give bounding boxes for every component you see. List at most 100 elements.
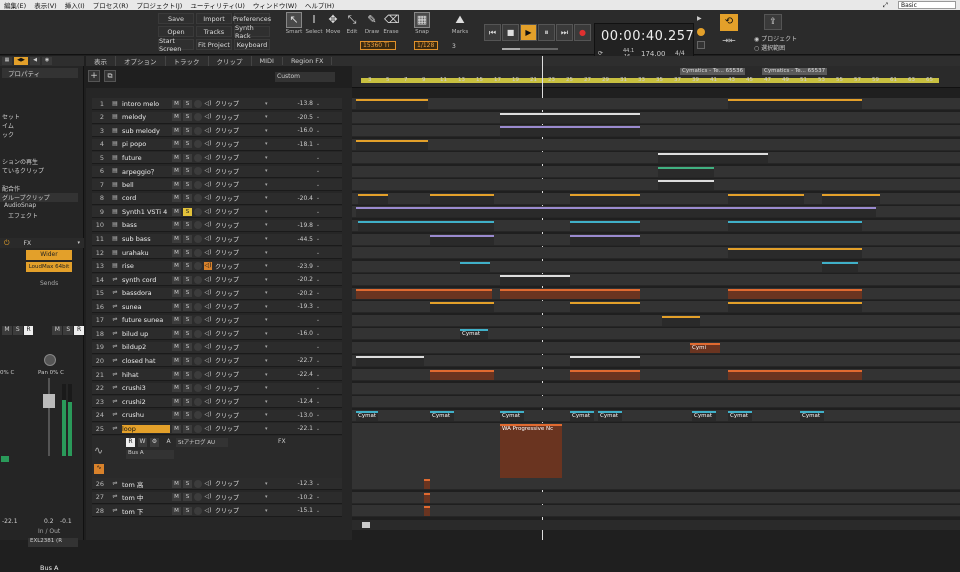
input-echo-icon[interactable]: ◁) [204,194,212,202]
track-name[interactable]: closed hat [122,357,170,365]
input-echo-icon[interactable]: ◁) [204,127,212,135]
punch-button[interactable]: ⇥⇤ [720,36,738,48]
track-name[interactable]: sunea [122,303,170,311]
clip[interactable]: Cymat [430,410,454,421]
track-row[interactable]: 25 ⇌ loop M S ◁) クリップ ▾ -22.1 ⌄ [92,423,342,436]
chevron-down-icon[interactable]: ▾ [265,250,273,256]
track-row[interactable]: 27 ⇌ tom 中 M S ◁) クリップ ▾ -10.2 ⌄ [92,491,342,504]
prop-row[interactable]: セット [0,112,78,121]
read-button[interactable]: R [23,326,34,335]
expand-icon[interactable]: ⌄ [313,277,323,283]
record-arm-button[interactable] [194,343,202,352]
clip[interactable] [356,356,424,367]
solo-button[interactable]: S [183,248,192,257]
record-arm-button[interactable] [194,411,202,420]
clip-selector[interactable]: クリップ [215,113,265,122]
tab-midi[interactable]: MIDI [252,57,283,65]
input-echo-icon[interactable]: ◁) [204,411,212,419]
chevron-down-icon[interactable]: ▾ [265,494,273,500]
solo-button[interactable]: S [183,397,192,406]
record-arm-button[interactable] [194,384,202,393]
mute-button[interactable]: M [172,370,181,379]
clip-selector[interactable]: クリップ [215,262,265,271]
horizontal-scrollbar[interactable] [352,520,960,530]
mute-button[interactable]: M [172,235,181,243]
track-row[interactable]: 10 ▤ bass M S ◁) クリップ ▾ -19.8 ⌄ [92,219,342,232]
menu-utility[interactable]: ユーティリティ(U) [186,0,249,10]
clip[interactable] [570,220,640,231]
forward-button[interactable]: ⏭ [556,24,573,41]
clip-selector[interactable]: クリップ [215,424,265,433]
solo-button[interactable]: S [183,140,192,149]
track-name[interactable]: cord [122,194,170,202]
track-row[interactable]: 26 ⇌ tom 高 M S ◁) クリップ ▾ -12.3 ⌄ [92,478,342,490]
solo-button[interactable]: S [183,99,192,108]
clip-selector[interactable]: クリップ [215,194,265,203]
input-echo-icon[interactable]: ◁) [204,208,212,216]
expand-icon[interactable]: ⌄ [313,128,323,134]
mute-button[interactable]: M [172,221,181,230]
clip[interactable] [500,126,640,137]
track-name[interactable]: crushu [122,411,170,419]
solo-button[interactable]: S [183,289,192,298]
mute-button[interactable]: M [172,397,181,406]
custom-view-select[interactable]: Custom [275,72,335,82]
loop-fx-bin[interactable]: FX [278,438,286,445]
input-echo-icon[interactable]: ◁) [204,113,212,121]
solo-button[interactable]: S [183,221,192,230]
prop-row[interactable]: エフェクト [0,211,78,220]
solo-button[interactable]: S [183,316,192,325]
expand-icon[interactable]: ⌄ [313,209,323,215]
marker-1[interactable]: Cymatics - Te... 65536 [680,68,746,75]
clip-lane[interactable]: Cymat [352,328,960,341]
track-name[interactable]: tom 中 [122,492,170,502]
input-echo-icon[interactable]: ◁) [204,384,212,392]
loop-automation-button[interactable]: A [164,438,173,447]
chevron-down-icon[interactable]: ▾ [265,277,273,283]
chevron-down-icon[interactable]: ▾ [265,128,273,134]
fx-menu-icon[interactable]: ▾ [77,240,80,246]
record-arm-button[interactable] [194,167,202,176]
clip-selector[interactable]: クリップ [215,289,265,298]
track-row[interactable]: 2 ▤ melody M S ◁) クリップ ▾ -20.5 ⌄ [92,111,342,124]
chevron-down-icon[interactable]: ▾ [265,508,273,514]
clip-selector[interactable]: クリップ [215,126,265,135]
track-volume[interactable]: -22.4 [273,371,313,378]
clip-lane[interactable] [352,219,960,232]
solo-button[interactable]: S [12,326,23,335]
chevron-down-icon[interactable]: ▾ [265,114,273,120]
track-name[interactable]: urahaku [122,249,170,257]
track-row[interactable]: 5 ▤ future M S ◁) クリップ ▾ ⌄ [92,152,342,165]
track-name[interactable]: bassdora [122,289,170,297]
input-echo-icon[interactable]: ◁) [204,262,212,271]
export-icon[interactable]: ⇪ [764,14,782,30]
track-name[interactable]: synth cord [122,276,170,284]
import-button[interactable]: Import [196,13,232,24]
clip[interactable] [728,193,804,204]
chevron-down-icon[interactable]: ▾ [265,481,273,487]
clip[interactable] [662,315,700,326]
track-name[interactable]: loop [122,424,170,433]
open-button[interactable]: Open [158,26,194,37]
rewind-button[interactable]: ⏮ [484,24,501,41]
prop-row[interactable]: AudioSnap [0,202,78,211]
input-echo-icon[interactable]: ◁) [204,507,212,515]
prop-row[interactable]: イム [0,121,78,130]
track-row[interactable]: 3 ▤ sub melody M S ◁) クリップ ▾ -16.0 ⌄ [92,125,342,138]
clip[interactable] [728,99,862,109]
track-volume[interactable]: -22.1 [273,425,313,432]
chevron-down-icon[interactable]: ▾ [265,304,273,310]
clip-lane[interactable] [352,382,960,395]
input-echo-icon[interactable]: ◁) [204,154,212,162]
chevron-down-icon[interactable]: ▾ [265,236,273,242]
track-volume[interactable]: -22.7 [273,357,313,364]
solo-button[interactable]: S [183,356,192,365]
menu-insert[interactable]: 挿入(I) [61,0,89,10]
mute-button[interactable]: M [172,384,181,393]
clip-selector[interactable]: クリップ [215,180,265,189]
clip-lane[interactable] [352,247,960,260]
clip[interactable] [728,248,862,259]
input-echo-icon[interactable]: ◁) [204,235,212,243]
clip-lane[interactable] [352,206,960,219]
erase-tool[interactable]: ⌫ Erase [381,13,401,41]
